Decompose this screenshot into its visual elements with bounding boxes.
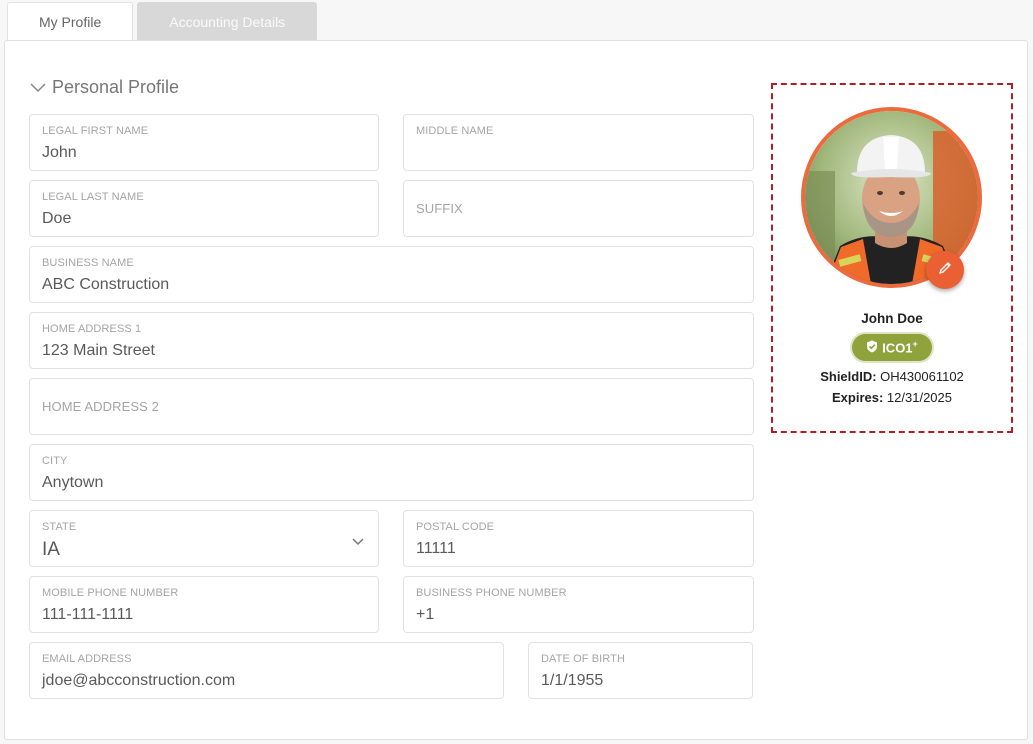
edit-photo-button[interactable] [926, 251, 964, 289]
suffix-field[interactable]: SUFFIX [403, 180, 754, 237]
field-label: LEGAL LAST NAME [42, 191, 144, 203]
field-label: DATE OF BIRTH [541, 653, 626, 665]
field-placeholder: HOME ADDRESS 2 [42, 399, 159, 414]
date-of-birth-field[interactable]: DATE OF BIRTH 1/1/1955 [528, 642, 753, 699]
field-value: ABC Construction [42, 276, 170, 293]
field-value: IA [42, 539, 60, 560]
field-label: CITY [42, 455, 68, 467]
profile-name: John Doe [861, 311, 923, 326]
field-value: John [42, 144, 77, 161]
field-label: MIDDLE NAME [416, 125, 494, 137]
shield-id-line: ShieldID: OH430061102 [773, 369, 1011, 384]
chevron-down-icon [30, 82, 46, 93]
field-value: jdoe@abcconstruction.com [42, 672, 236, 689]
field-label: BUSINESS PHONE NUMBER [416, 587, 567, 599]
expires-value: 12/31/2025 [886, 390, 952, 405]
shield-id-value: OH430061102 [880, 369, 964, 384]
postal-code-field[interactable]: POSTAL CODE 11111 [403, 510, 754, 567]
field-value: Anytown [42, 474, 104, 491]
tab-bar: My Profile Accounting Details [7, 2, 318, 41]
field-value: Doe [42, 210, 72, 227]
field-value: 123 Main Street [42, 342, 155, 359]
badge-superscript: + [912, 339, 918, 350]
field-label: STATE [42, 521, 77, 533]
badge-text: ICO1 [882, 340, 913, 356]
personal-profile-toggle[interactable]: Personal Profile [30, 77, 179, 98]
status-badge: ICO1+ [852, 334, 932, 361]
legal-first-name-field[interactable]: LEGAL FIRST NAME John [29, 114, 379, 171]
email-field[interactable]: EMAIL ADDRESS jdoe@abcconstruction.com [29, 642, 504, 699]
home-address-2-field[interactable]: HOME ADDRESS 2 [29, 378, 754, 435]
shield-check-icon [866, 340, 878, 356]
section-title: Personal Profile [52, 77, 180, 97]
field-label: MOBILE PHONE NUMBER [42, 587, 179, 599]
field-placeholder: SUFFIX [416, 201, 463, 216]
business-name-field[interactable]: BUSINESS NAME ABC Construction [29, 246, 754, 303]
field-label: HOME ADDRESS 1 [42, 323, 142, 335]
legal-last-name-field[interactable]: LEGAL LAST NAME Doe [29, 180, 379, 237]
home-address-1-field[interactable]: HOME ADDRESS 1 123 Main Street [29, 312, 754, 369]
pencil-icon [938, 261, 952, 280]
expires-line: Expires: 12/31/2025 [773, 390, 1011, 405]
tab-accounting-details[interactable]: Accounting Details [137, 2, 318, 41]
city-field[interactable]: CITY Anytown [29, 444, 754, 501]
mobile-phone-field[interactable]: MOBILE PHONE NUMBER 111-111-1111 [29, 576, 379, 633]
expires-label: Expires: [831, 390, 884, 405]
field-value: +1 [416, 606, 435, 623]
profile-card: John Doe ICO1+ ShieldID: OH430061102 Exp… [771, 83, 1013, 433]
shield-id-label: ShieldID: [820, 369, 877, 384]
middle-name-field[interactable]: MIDDLE NAME [403, 114, 754, 171]
field-label: EMAIL ADDRESS [42, 653, 132, 665]
chevron-down-icon [352, 533, 364, 551]
field-value: 1/1/1955 [541, 672, 604, 689]
field-value: 111-111-1111 [42, 606, 134, 623]
field-label: BUSINESS NAME [42, 257, 134, 269]
tab-my-profile[interactable]: My Profile [7, 2, 134, 41]
field-label: LEGAL FIRST NAME [42, 125, 149, 137]
field-label: POSTAL CODE [416, 521, 495, 533]
business-phone-field[interactable]: BUSINESS PHONE NUMBER +1 [403, 576, 754, 633]
state-select[interactable]: STATE IA [29, 510, 379, 567]
field-value: 11111 [416, 540, 456, 557]
